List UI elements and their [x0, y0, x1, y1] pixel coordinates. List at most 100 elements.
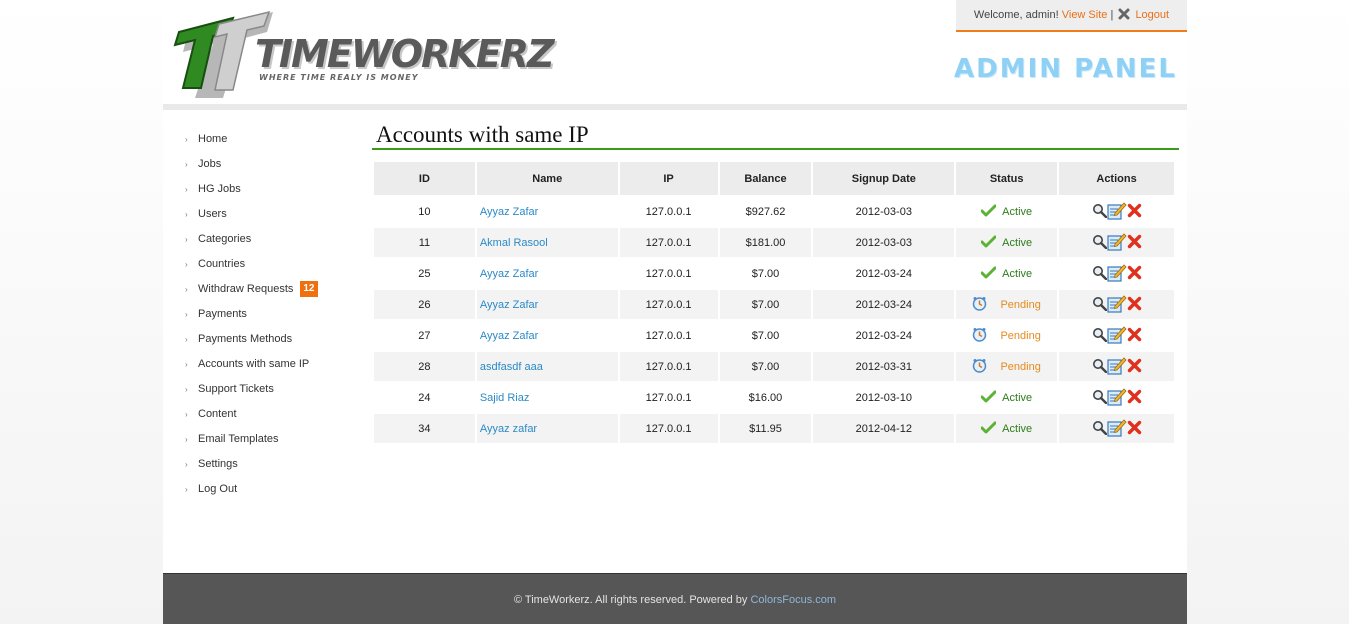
arrow-icon: › [185, 210, 188, 219]
sidebar-item-home[interactable]: › Home [185, 127, 355, 152]
column-header-ip[interactable]: IP [619, 162, 718, 195]
column-header-id[interactable]: ID [374, 162, 475, 195]
user-name-link[interactable]: Ayyaz zafar [480, 423, 537, 435]
status-text: Active [1002, 391, 1033, 404]
column-header-balance[interactable]: Balance [719, 162, 812, 195]
user-name-link[interactable]: asdfasdf aaa [480, 361, 543, 373]
edit-icon[interactable] [1106, 387, 1127, 409]
cell-actions [1059, 228, 1174, 257]
table-row: 27 Ayyaz Zafar 127.0.0.1 $7.00 2012-03-24 Pen… [374, 321, 1174, 350]
cell-name: Ayyaz Zafar [476, 290, 618, 319]
table-row: 26 Ayyaz Zafar 127.0.0.1 $7.00 2012-03-24 Pen… [374, 290, 1174, 319]
arrow-icon: › [185, 485, 188, 494]
cell-name: Akmal Rasool [476, 228, 618, 257]
table-row: 34 Ayyaz zafar 127.0.0.1 $11.95 2012-04-12 Ac… [374, 414, 1174, 443]
cell-id: 10 [418, 205, 431, 218]
sidebar-item-accounts-with-same-ip[interactable]: › Accounts with same IP [185, 352, 355, 377]
magnifier-icon[interactable] [1092, 265, 1107, 283]
logo[interactable]: TIMEWORKERZ WHERE TIME REALY IS MONEY [171, 8, 555, 100]
edit-icon[interactable] [1106, 418, 1127, 440]
column-header-name[interactable]: Name [476, 162, 618, 195]
delete-icon[interactable] [1127, 265, 1142, 283]
magnifier-icon[interactable] [1092, 234, 1107, 252]
arrow-icon: › [185, 235, 188, 244]
sidebar-item-withdraw-requests[interactable]: › Withdraw Requests 12 [185, 277, 355, 302]
welcome-text: Welcome, admin! [973, 9, 1059, 21]
sidebar-item-label: Jobs [198, 158, 222, 170]
magnifier-icon[interactable] [1092, 420, 1107, 438]
edit-icon[interactable] [1106, 356, 1127, 378]
footer-link[interactable]: ColorsFocus.com [750, 594, 836, 606]
delete-icon[interactable] [1127, 296, 1142, 314]
sidebar-item-support-tickets[interactable]: › Support Tickets [185, 377, 355, 402]
sidebar-item-categories[interactable]: › Categories [185, 227, 355, 252]
status-text: Pending [1000, 360, 1041, 373]
user-name-link[interactable]: Ayyaz Zafar [480, 268, 539, 280]
sidebar-item-content[interactable]: › Content [185, 402, 355, 427]
cell-actions [1059, 321, 1174, 350]
sidebar-item-payments-methods[interactable]: › Payments Methods [185, 327, 355, 352]
sidebar-item-countries[interactable]: › Countries [185, 252, 355, 277]
column-header-signup-date[interactable]: Signup Date [813, 162, 955, 195]
table-body: 10 Ayyaz Zafar 127.0.0.1 $927.62 2012-03-03 A… [374, 197, 1174, 443]
magnifier-icon[interactable] [1092, 327, 1107, 345]
column-header-actions[interactable]: Actions [1059, 162, 1174, 195]
sidebar-item-log-out[interactable]: › Log Out [185, 477, 355, 502]
cell-status: Active [956, 228, 1058, 257]
delete-icon[interactable] [1127, 327, 1142, 345]
clock-icon [972, 327, 987, 345]
cell-signup-date: 2012-03-24 [813, 290, 955, 319]
status-text: Active [1002, 267, 1033, 280]
user-name-link[interactable]: Ayyaz Zafar [480, 330, 539, 342]
column-header-status[interactable]: Status [956, 162, 1058, 195]
cell-actions [1059, 290, 1174, 319]
user-name-link[interactable]: Ayyaz Zafar [480, 299, 539, 311]
delete-icon[interactable] [1127, 234, 1142, 252]
user-name-link[interactable]: Ayyaz Zafar [480, 206, 539, 218]
sidebar-item-hg-jobs[interactable]: › HG Jobs [185, 177, 355, 202]
edit-icon[interactable] [1106, 201, 1127, 223]
delete-icon[interactable] [1127, 420, 1142, 438]
magnifier-icon[interactable] [1092, 296, 1107, 314]
cell-ip: 127.0.0.1 [645, 391, 692, 404]
edit-icon[interactable] [1106, 325, 1127, 347]
footer: © TimeWorkerz. All rights reserved. Powe… [163, 573, 1187, 624]
edit-icon[interactable] [1106, 263, 1127, 285]
cell-status: Pending [956, 290, 1058, 319]
sidebar-item-label: Settings [198, 458, 238, 470]
page-title: Accounts with same IP [372, 120, 1179, 150]
delete-icon[interactable] [1127, 389, 1142, 407]
table-row: 25 Ayyaz Zafar 127.0.0.1 $7.00 2012-03-24 Act… [374, 259, 1174, 288]
table-header-row: ID Name IP Balance Signup Date Status Actions [374, 162, 1174, 195]
arrow-icon: › [185, 310, 188, 319]
cell-status: Active [956, 197, 1057, 226]
cell-actions [1059, 259, 1174, 288]
sidebar-item-label: Home [198, 133, 228, 145]
edit-icon[interactable] [1106, 232, 1127, 254]
cell-id: 11 [374, 228, 475, 257]
arrow-icon: › [185, 285, 188, 294]
magnifier-icon[interactable] [1092, 203, 1107, 221]
sidebar-item-label: Content [198, 408, 237, 420]
sidebar-item-users[interactable]: › Users [185, 202, 355, 227]
logout-link[interactable]: Logout [1135, 9, 1169, 21]
cell-id: 25 [418, 267, 431, 280]
delete-icon[interactable] [1127, 358, 1142, 376]
sidebar-item-label: Support Tickets [198, 383, 274, 395]
sidebar-item-jobs[interactable]: › Jobs [185, 152, 355, 177]
cell-ip: 127.0.0.1 [645, 329, 692, 342]
magnifier-icon[interactable] [1092, 358, 1107, 376]
edit-icon[interactable] [1106, 294, 1127, 316]
user-name-link[interactable]: Sajid Riaz [480, 392, 530, 404]
user-name-link[interactable]: Akmal Rasool [480, 237, 548, 249]
view-site-link[interactable]: View Site [1062, 9, 1108, 21]
magnifier-icon[interactable] [1092, 389, 1107, 407]
cell-id: 34 [374, 414, 475, 443]
cell-status: Pending [956, 352, 1058, 381]
sidebar-item-settings[interactable]: › Settings [185, 452, 355, 477]
cell-actions [1059, 197, 1174, 226]
delete-icon[interactable] [1127, 203, 1142, 221]
sidebar-item-payments[interactable]: › Payments [185, 302, 355, 327]
header-divider [163, 104, 1187, 110]
sidebar-item-email-templates[interactable]: › Email Templates [185, 427, 355, 452]
